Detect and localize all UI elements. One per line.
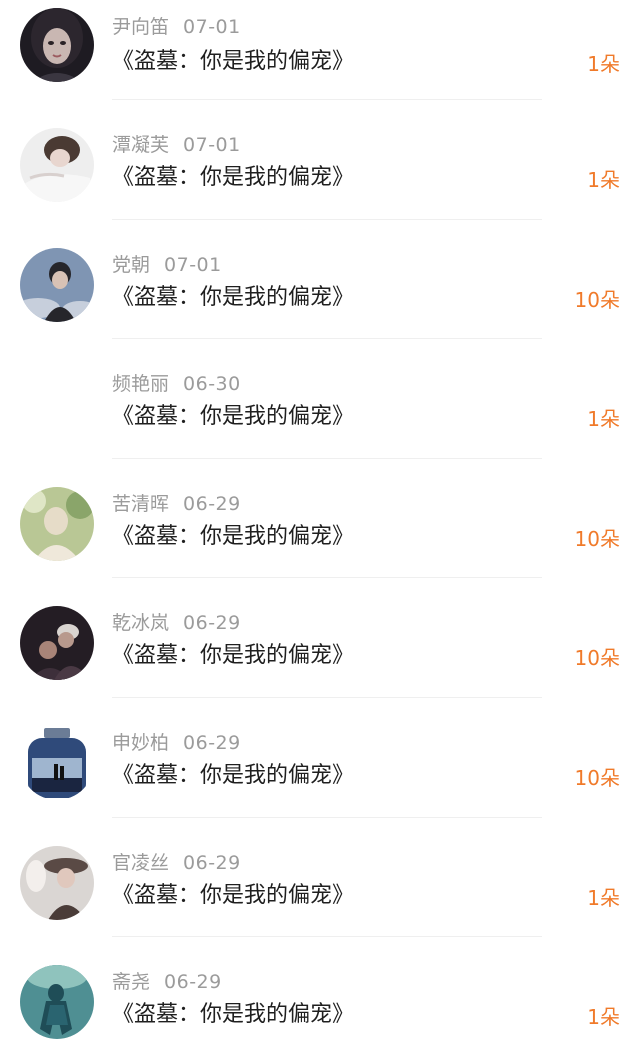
date: 06-29 [183,851,241,874]
avatar[interactable] [20,367,94,442]
gift-count: 10朵 [574,765,620,790]
avatar-girl-hat-icon [20,845,94,920]
date: 07-01 [164,253,222,276]
book-title: 《盗墓：你是我的偏宠》 [112,762,355,788]
avatar-blank-icon [20,367,94,442]
avatar[interactable] [20,606,94,681]
avatar[interactable] [20,965,94,1040]
gift-record-list: 尹向笛 07-01 《盗墓：你是我的偏宠》 1朵 潭凝芙 07-01 《盗墓：你是我… [0,0,640,1046]
date: 06-29 [183,612,241,635]
user-name: 频艳丽 [112,373,170,396]
user-name: 苦清晖 [112,492,170,515]
meta: 潭凝芙 07-01 [112,134,241,156]
book-title: 《盗墓：你是我的偏宠》 [112,882,355,908]
gift-count: 1朵 [587,1005,620,1030]
gift-count: 10朵 [574,646,620,671]
list-item[interactable]: 申妙柏 06-29 《盗墓：你是我的偏宠》 10朵 [0,698,640,818]
user-name: 潭凝芙 [112,134,170,156]
date: 06-29 [183,492,241,515]
avatar-girl-field-icon [20,486,94,561]
avatar-underwater-icon [20,965,94,1040]
avatar-bottle-icon [20,725,94,800]
date: 07-01 [183,16,241,38]
avatar[interactable] [20,725,94,800]
meta: 频艳丽 06-30 [112,373,241,395]
list-item[interactable]: 斋尧 06-29 《盗墓：你是我的偏宠》 1朵 [0,937,640,1046]
book-title: 《盗墓：你是我的偏宠》 [112,284,355,310]
meta: 申妙柏 06-29 [112,732,241,754]
date: 06-30 [183,373,241,396]
list-item[interactable]: 潭凝芙 07-01 《盗墓：你是我的偏宠》 1朵 [0,100,640,220]
meta: 乾冰岚 06-29 [112,612,241,634]
avatar[interactable] [20,247,94,322]
user-name: 党朝 [112,253,151,276]
avatar-couple-icon [20,606,94,681]
user-name: 尹向笛 [112,16,170,38]
date: 07-01 [183,134,241,156]
meta: 党朝 07-01 [112,254,222,276]
list-item[interactable]: 频艳丽 06-30 《盗墓：你是我的偏宠》 1朵 [0,339,640,459]
book-title: 《盗墓：你是我的偏宠》 [112,165,355,190]
book-title: 《盗墓：你是我的偏宠》 [112,643,355,669]
list-item[interactable]: 乾冰岚 06-29 《盗墓：你是我的偏宠》 10朵 [0,578,640,698]
gift-count: 1朵 [587,885,620,910]
book-title: 《盗墓：你是我的偏宠》 [112,1002,355,1028]
book-title: 《盗墓：你是我的偏宠》 [112,523,355,549]
book-title: 《盗墓：你是我的偏宠》 [112,49,355,74]
gift-count: 1朵 [587,407,620,432]
gift-count: 1朵 [587,52,620,76]
avatar-boy-sky-icon [20,247,94,322]
avatar[interactable] [20,8,94,82]
book-title: 《盗墓：你是我的偏宠》 [112,404,355,430]
meta: 尹向笛 07-01 [112,16,241,38]
avatar[interactable] [20,845,94,920]
list-item[interactable]: 党朝 07-01 《盗墓：你是我的偏宠》 10朵 [0,220,640,340]
gift-count: 10朵 [574,526,620,551]
avatar[interactable] [20,128,94,202]
user-name: 申妙柏 [112,731,170,754]
user-name: 乾冰岚 [112,612,170,635]
avatar[interactable] [20,486,94,561]
avatar-girl-lying-icon [20,128,94,202]
gift-count: 1朵 [587,168,620,192]
avatar-girl-portrait-icon [20,8,94,82]
date: 06-29 [164,971,222,994]
user-name: 官凌丝 [112,851,170,874]
gift-count: 10朵 [574,287,620,312]
list-item[interactable]: 苦清晖 06-29 《盗墓：你是我的偏宠》 10朵 [0,459,640,579]
meta: 官凌丝 06-29 [112,852,241,874]
user-name: 斋尧 [112,971,151,994]
list-item[interactable]: 尹向笛 07-01 《盗墓：你是我的偏宠》 1朵 [0,0,640,100]
date: 06-29 [183,731,241,754]
meta: 斋尧 06-29 [112,971,222,993]
list-item[interactable]: 官凌丝 06-29 《盗墓：你是我的偏宠》 1朵 [0,818,640,938]
meta: 苦清晖 06-29 [112,493,241,515]
